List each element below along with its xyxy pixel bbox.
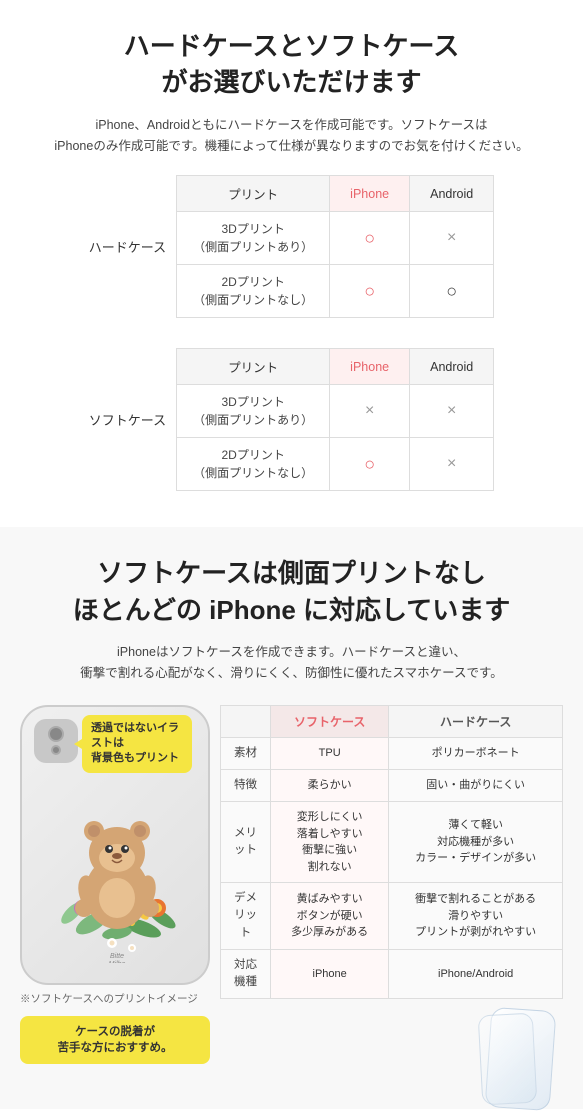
feature-table-wrap: ソフトケース ハードケース 素材 TPU ポリカーボネート 特徴 柔らかい 固い… <box>220 705 563 1090</box>
table-row: 素材 TPU ポリカーボネート <box>221 737 563 769</box>
phone-table-layout: 透過ではないイラストは背景色もプリント <box>20 705 563 1090</box>
table-row: メリット 変形しにくい落着しやすい衝撃に強い割れない 薄くて軽い対応機種が多いカ… <box>221 802 563 883</box>
table-row: 特徴 柔らかい 固い・曲がりにくい <box>221 769 563 801</box>
section2: ソフトケースは側面プリントなしほとんどの iPhone に対応しています iPh… <box>0 527 583 1109</box>
iphone-mark: ○ <box>330 265 410 318</box>
hard-value: iPhone/Android <box>389 949 563 999</box>
col-print: プリント <box>177 176 330 212</box>
col-android: Android <box>410 349 494 385</box>
hard-value: 固い・曲がりにくい <box>389 769 563 801</box>
col-hard: ハードケース <box>389 705 563 737</box>
soft-value: 柔らかい <box>271 769 389 801</box>
phone-camera <box>34 719 78 763</box>
feature-label: 素材 <box>221 737 271 769</box>
print-type: 2Dプリント（側面プリントなし） <box>177 265 330 318</box>
col-print: プリント <box>177 349 330 385</box>
soft-value: 変形しにくい落着しやすい衝撃に強い割れない <box>271 802 389 883</box>
col-soft: ソフトケース <box>271 705 389 737</box>
iphone-mark: × <box>330 385 410 438</box>
table-row: 2Dプリント（側面プリントなし） ○ × <box>177 438 494 491</box>
hard-value: ポリカーボネート <box>389 737 563 769</box>
svg-text:Bitte: Bitte <box>110 953 124 960</box>
subtitle-text: iPhone、Androidともにハードケースを作成可能です。ソフトケースはiP… <box>20 115 563 158</box>
col-empty <box>221 705 271 737</box>
clear-phone-2 <box>478 1013 538 1106</box>
iphone-mark: ○ <box>330 438 410 491</box>
print-type: 3Dプリント（側面プリントあり） <box>177 385 330 438</box>
phone-tooltip: 透過ではないイラストは背景色もプリント <box>82 715 192 773</box>
camera-lens-small <box>51 745 61 755</box>
bear-illustration: Bitte Milbe <box>32 763 202 963</box>
section2-title: ソフトケースは側面プリントなしほとんどの iPhone に対応しています <box>20 555 563 628</box>
section1: ハードケースとソフトケースがお選びいただけます iPhone、Androidとも… <box>0 0 583 507</box>
android-mark: × <box>410 212 494 265</box>
feature-label: 対応機種 <box>221 949 271 999</box>
print-type: 3Dプリント（側面プリントあり） <box>177 212 330 265</box>
section2-subtitle: iPhoneはソフトケースを作成できます。ハードケースと違い、衝撃で割れる心配が… <box>20 642 563 685</box>
android-mark: × <box>410 385 494 438</box>
table-row: 対応機種 iPhone iPhone/Android <box>221 949 563 999</box>
table-row: デメリット 黄ばみやすいボタンが硬い多少厚みがある 衝撃で割れることがある滑りや… <box>221 883 563 950</box>
camera-lens <box>48 726 64 742</box>
hard-value: 衝撃で割れることがある滑りやすいプリントが剥がれやすい <box>389 883 563 950</box>
table-row: 3Dプリント（側面プリントあり） ○ × <box>177 212 494 265</box>
hard-case-block: ハードケース プリント iPhone Android 3Dプリント（側面プリント… <box>20 175 563 318</box>
feature-table: ソフトケース ハードケース 素材 TPU ポリカーボネート 特徴 柔らかい 固い… <box>220 705 563 1000</box>
svg-text:Milbe: Milbe <box>109 961 126 963</box>
iphone-mark: ○ <box>330 212 410 265</box>
soft-case-label: ソフトケース <box>89 348 176 491</box>
phone-mockup: 透過ではないイラストは背景色もプリント <box>20 705 210 985</box>
main-title: ハードケースとソフトケースがお選びいただけます <box>20 28 563 101</box>
feature-label: デメリット <box>221 883 271 950</box>
hard-case-label: ハードケース <box>89 175 176 318</box>
col-iphone: iPhone <box>330 349 410 385</box>
soft-value: 黄ばみやすいボタンが硬い多少厚みがある <box>271 883 389 950</box>
soft-value: iPhone <box>271 949 389 999</box>
soft-case-table: プリント iPhone Android 3Dプリント（側面プリントあり） × ×… <box>176 348 494 491</box>
table-row: 2Dプリント（側面プリントなし） ○ ○ <box>177 265 494 318</box>
bottom-tooltip: ケースの脱着が苦手な方におすすめ。 <box>20 1016 210 1064</box>
print-type: 2Dプリント（側面プリントなし） <box>177 438 330 491</box>
table-row: 3Dプリント（側面プリントあり） × × <box>177 385 494 438</box>
android-mark: × <box>410 438 494 491</box>
phone-side: 透過ではないイラストは背景色もプリント <box>20 705 210 1064</box>
hard-case-table: プリント iPhone Android 3Dプリント（側面プリントあり） ○ ×… <box>176 175 494 318</box>
feature-label: メリット <box>221 802 271 883</box>
phone-note: ※ソフトケースへのプリントイメージ <box>20 991 210 1006</box>
soft-case-block: ソフトケース プリント iPhone Android 3Dプリント（側面プリント… <box>20 348 563 491</box>
soft-value: TPU <box>271 737 389 769</box>
hard-value: 薄くて軽い対応機種が多いカラー・デザインが多い <box>389 802 563 883</box>
col-android: Android <box>410 176 494 212</box>
feature-label: 特徴 <box>221 769 271 801</box>
android-mark: ○ <box>410 265 494 318</box>
col-iphone: iPhone <box>330 176 410 212</box>
